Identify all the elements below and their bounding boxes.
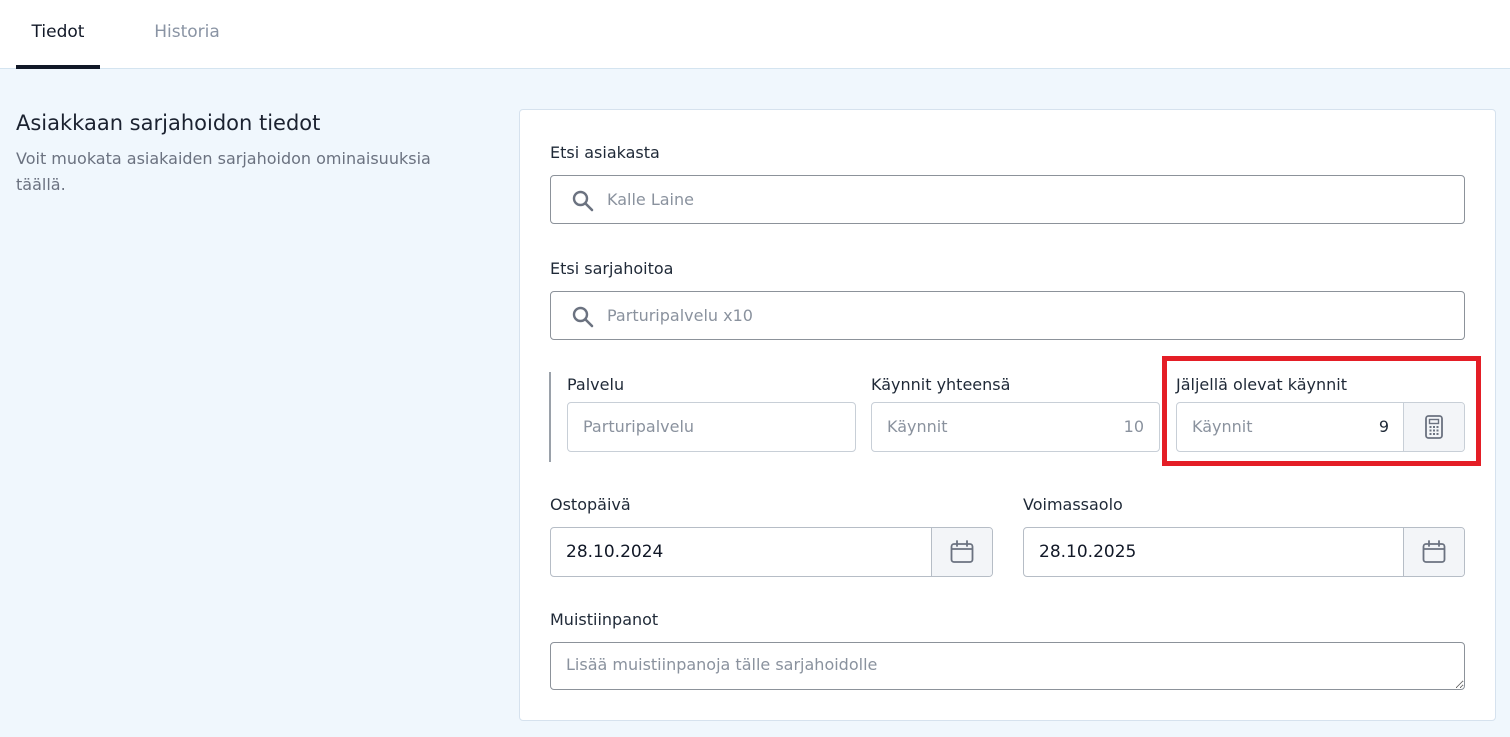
calendar-icon — [1422, 540, 1446, 563]
validity-date-picker-button[interactable] — [1403, 528, 1464, 576]
total-visits-label: Käynnit yhteensä — [871, 375, 1011, 394]
calendar-icon — [950, 540, 974, 563]
tab-bar: Tiedot Historia — [0, 0, 1510, 69]
package-search-label: Etsi sarjahoitoa — [550, 259, 674, 278]
total-visits-placeholder: Käynnit — [887, 417, 948, 436]
notes-label: Muistiinpanot — [550, 610, 659, 629]
section-description: Voit muokata asiakaiden sarjahoidon omin… — [16, 149, 431, 194]
search-icon — [572, 306, 594, 328]
tab-historia[interactable]: Historia — [140, 0, 234, 69]
validity-value: 28.10.2025 — [1039, 542, 1137, 562]
package-search-box[interactable] — [550, 291, 1465, 340]
customer-search-box[interactable] — [550, 175, 1465, 224]
purchase-date-picker-button[interactable] — [931, 528, 992, 576]
group-divider — [549, 372, 551, 462]
section-title: Asiakkaan sarjahoidon tiedot — [16, 111, 321, 135]
search-icon — [572, 190, 594, 212]
customer-search-input[interactable] — [607, 176, 1450, 223]
highlight-box — [1162, 356, 1481, 466]
total-visits-value: 10 — [1123, 417, 1144, 436]
tab-tiedot[interactable]: Tiedot — [16, 0, 100, 69]
validity-field[interactable]: 28.10.2025 — [1023, 527, 1465, 577]
notes-textarea[interactable] — [550, 642, 1465, 690]
service-label: Palvelu — [567, 375, 625, 394]
service-placeholder: Parturipalvelu — [583, 417, 695, 436]
purchase-date-field[interactable]: 28.10.2024 — [550, 527, 993, 577]
total-visits-field[interactable]: Käynnit 10 — [871, 402, 1160, 452]
purchase-date-label: Ostopäivä — [550, 495, 631, 514]
purchase-date-value: 28.10.2024 — [566, 542, 664, 562]
customer-search-label: Etsi asiakasta — [550, 143, 660, 162]
package-search-input[interactable] — [607, 292, 1450, 339]
service-field[interactable]: Parturipalvelu — [567, 402, 856, 452]
validity-label: Voimassaolo — [1023, 495, 1123, 514]
